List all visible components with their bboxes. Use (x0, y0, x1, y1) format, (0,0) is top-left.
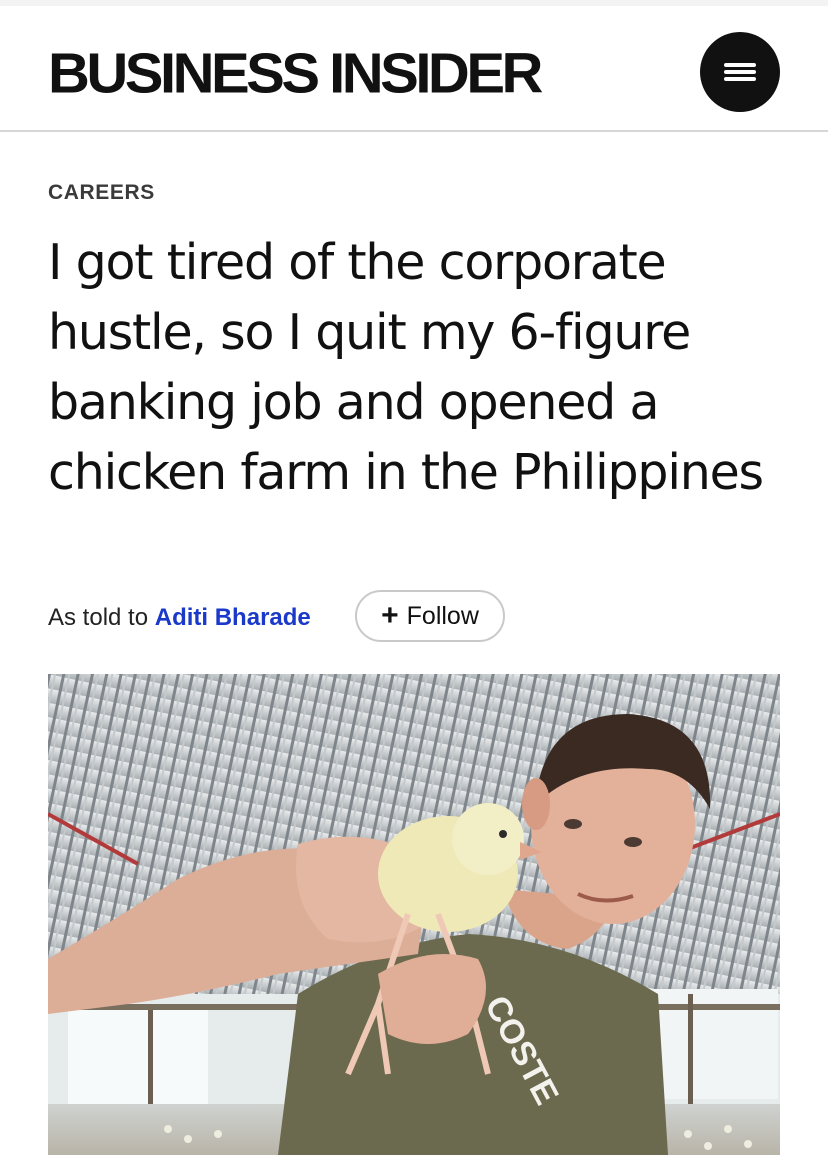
plus-icon: + (381, 599, 399, 632)
site-logo[interactable]: BUSINESS INSIDER (48, 42, 543, 106)
article-hero-image: COSTE (48, 674, 780, 1155)
author-link[interactable]: Aditi Bharade (155, 604, 311, 631)
article-headline: I got tired of the corporate hustle, so … (48, 234, 764, 501)
article-category[interactable]: CAREERS (48, 181, 155, 205)
byline: As told to Aditi Bharade (48, 604, 311, 632)
byline-prefix: As told to (48, 604, 149, 631)
menu-button[interactable] (700, 32, 780, 112)
follow-button[interactable]: + Follow (355, 590, 505, 642)
site-header: BUSINESS INSIDER (0, 6, 828, 132)
follow-label: Follow (406, 601, 479, 630)
